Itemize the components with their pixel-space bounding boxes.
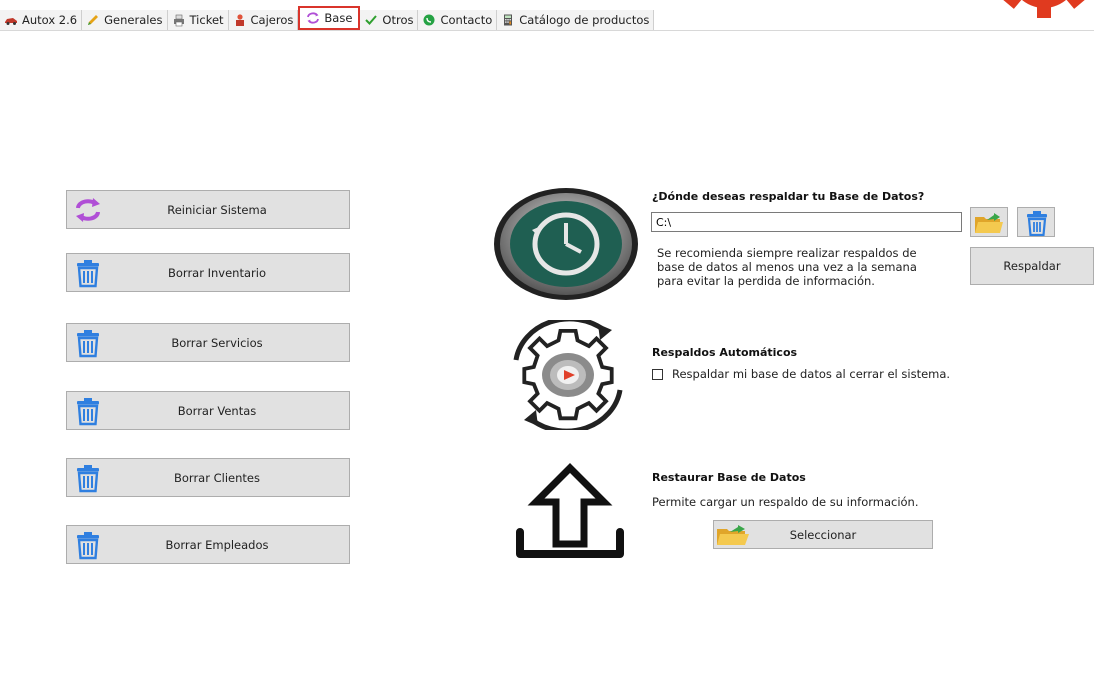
reiniciar-sistema-button[interactable]: Reiniciar Sistema [66, 190, 350, 229]
button-label: Borrar Servicios [171, 335, 263, 350]
browse-folder-button[interactable] [970, 207, 1008, 237]
tab-label: Generales [104, 13, 163, 27]
refresh-icon [76, 198, 100, 222]
borrar-empleados-button[interactable]: Borrar Empleados [66, 525, 350, 564]
button-label: Borrar Ventas [177, 403, 257, 418]
tab-autox[interactable]: Autox 2.6 [0, 10, 83, 30]
tab-label: Ticket [189, 13, 224, 27]
tab-cajeros[interactable]: Cajeros [228, 10, 299, 30]
trash-icon [77, 532, 99, 560]
tab-label: Otros [382, 13, 414, 27]
backup-path-input[interactable] [651, 212, 962, 232]
folder-open-icon [975, 213, 1003, 233]
tab-ticket[interactable]: Ticket [167, 10, 229, 30]
check-icon [365, 15, 378, 25]
tab-contacto[interactable]: Contacto [418, 10, 498, 30]
tab-catalogo[interactable]: Catálogo de productos [497, 10, 655, 30]
auto-backup-heading: Respaldos Automáticos [652, 346, 798, 359]
tab-label: Contacto [440, 13, 493, 27]
refresh-icon [307, 12, 320, 24]
trash-icon [77, 398, 99, 426]
tab-base[interactable]: Base [298, 6, 361, 30]
auto-backup-gear-icon [513, 320, 623, 430]
tab-otros[interactable]: Otros [360, 10, 419, 30]
pencil-icon [88, 15, 99, 25]
borrar-inventario-button[interactable]: Borrar Inventario [66, 253, 350, 292]
auto-backup-checkbox-label[interactable]: Respaldar mi base de datos al cerrar el … [672, 368, 950, 381]
backup-clock-icon [494, 188, 638, 300]
gear-logo-icon [1003, 0, 1085, 18]
car-icon [5, 18, 17, 25]
backup-note-line1: Se recomienda siempre realizar respaldos… [657, 246, 917, 260]
tab-bar: Autox 2.6 Generales Ticket Cajeros Base … [0, 6, 655, 30]
borrar-clientes-button[interactable]: Borrar Clientes [66, 458, 350, 497]
tab-label: Catálogo de productos [519, 13, 650, 27]
trash-icon [77, 330, 99, 358]
restore-heading: Restaurar Base de Datos [652, 471, 806, 484]
borrar-servicios-button[interactable]: Borrar Servicios [66, 323, 350, 362]
whatsapp-icon [423, 14, 435, 26]
backup-heading: ¿Dónde deseas respaldar tu Base de Datos… [652, 190, 925, 203]
button-label: Borrar Inventario [168, 265, 266, 280]
tab-label: Autox 2.6 [22, 13, 78, 27]
button-label: Reiniciar Sistema [167, 202, 267, 217]
seleccionar-label: Seleccionar [789, 527, 857, 542]
trash-icon [1027, 211, 1047, 236]
borrar-ventas-button[interactable]: Borrar Ventas [66, 391, 350, 430]
auto-backup-checkbox[interactable] [652, 369, 663, 380]
button-label: Borrar Clientes [174, 470, 260, 485]
printer-icon [173, 14, 184, 27]
clear-path-button[interactable] [1017, 207, 1055, 237]
button-label: Borrar Empleados [165, 537, 269, 552]
tab-label: Cajeros [250, 13, 294, 27]
trash-icon [77, 260, 99, 288]
restore-description: Permite cargar un respaldo de su informa… [652, 495, 919, 509]
upload-icon [516, 463, 624, 558]
folder-open-icon [717, 525, 749, 545]
cashier-icon [235, 14, 244, 26]
respaldar-button[interactable]: Respaldar [970, 247, 1094, 285]
trash-icon [77, 465, 99, 493]
tab-generales[interactable]: Generales [82, 10, 168, 30]
seleccionar-button[interactable]: Seleccionar [713, 520, 933, 549]
tab-separator [0, 30, 1094, 31]
calculator-icon [504, 14, 513, 26]
backup-note-line3: para evitar la perdida de información. [657, 274, 875, 288]
tab-label: Base [324, 11, 353, 25]
backup-note-line2: base de datos al menos una vez a la sema… [657, 260, 917, 274]
